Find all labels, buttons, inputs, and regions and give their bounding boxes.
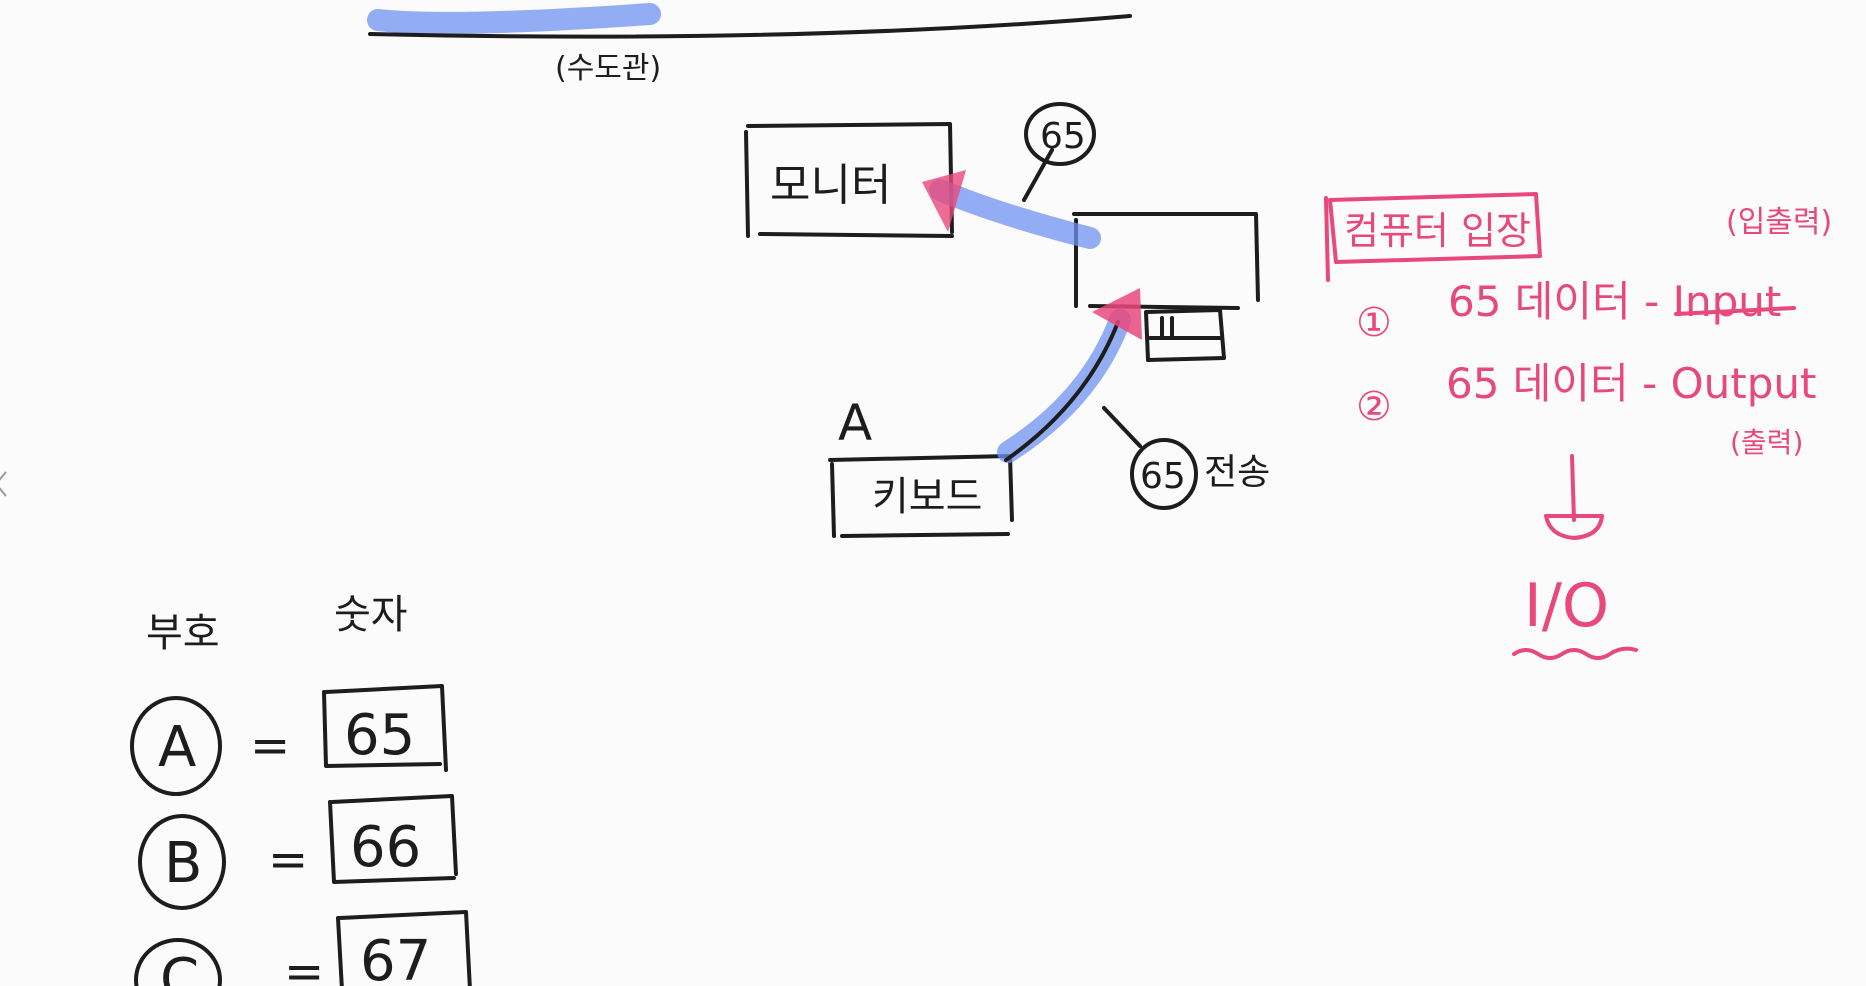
row-eq: = xyxy=(268,832,308,888)
keyboard-label: 키보드 xyxy=(872,474,982,520)
computer-perspective-notes: 컴퓨터 입장 (입출력) ① 65 데이터 - Input ② 65 데이터 -… xyxy=(1324,192,1832,660)
row-symbol: B xyxy=(164,831,202,896)
keyboard: A 키보드 xyxy=(828,394,1014,538)
row-eq: = xyxy=(284,944,324,986)
row-eq: = xyxy=(250,718,290,774)
item2-note: (출력) xyxy=(1730,426,1803,459)
row-value: 67 xyxy=(360,929,431,986)
bubble-top: 65 xyxy=(1022,102,1096,202)
row-value: 65 xyxy=(344,703,415,768)
item1-text: 65 데이터 - Input xyxy=(1448,277,1781,326)
item1-number: ① xyxy=(1356,300,1392,346)
row-symbol: C xyxy=(160,947,199,986)
bubble-bottom: 65 전송 xyxy=(1102,406,1270,510)
bubble-bottom-value: 65 xyxy=(1140,456,1186,497)
symbol-number-table: 부호 숫자 A = 65 B = 66 C = 67 xyxy=(130,592,472,986)
notes-title-note: (입출력) xyxy=(1726,205,1832,240)
pipe-sketch: (수도관) xyxy=(367,3,1132,86)
io-label: I/O xyxy=(1524,571,1609,641)
row-symbol: A xyxy=(158,715,196,780)
output-path-highlight xyxy=(929,179,1101,249)
whiteboard-canvas: (수도관) 모니터 65 A 키보드 65 전송 컴퓨터 입장 (입출력) ① … xyxy=(130,3,1832,986)
chevron-left-icon[interactable] xyxy=(0,470,8,498)
item2-text: 65 데이터 - Output xyxy=(1446,359,1816,408)
table-row: A = 65 xyxy=(130,684,448,796)
notes-title: 컴퓨터 입장 xyxy=(1344,209,1531,253)
header-symbol: 부호 xyxy=(146,610,220,656)
key-letter: A xyxy=(838,394,872,452)
item2-number: ② xyxy=(1356,384,1392,430)
transfer-label: 전송 xyxy=(1204,452,1270,493)
monitor: 모니터 xyxy=(744,122,954,238)
input-path-highlight xyxy=(997,309,1131,463)
table-row: C = 67 xyxy=(134,910,472,986)
table-row: B = 66 xyxy=(138,794,458,910)
bubble-top-value: 65 xyxy=(1040,116,1086,157)
pipe-label: (수도관) xyxy=(555,51,661,86)
header-number: 숫자 xyxy=(334,592,408,638)
monitor-label: 모니터 xyxy=(770,160,891,211)
row-value: 66 xyxy=(350,815,421,880)
